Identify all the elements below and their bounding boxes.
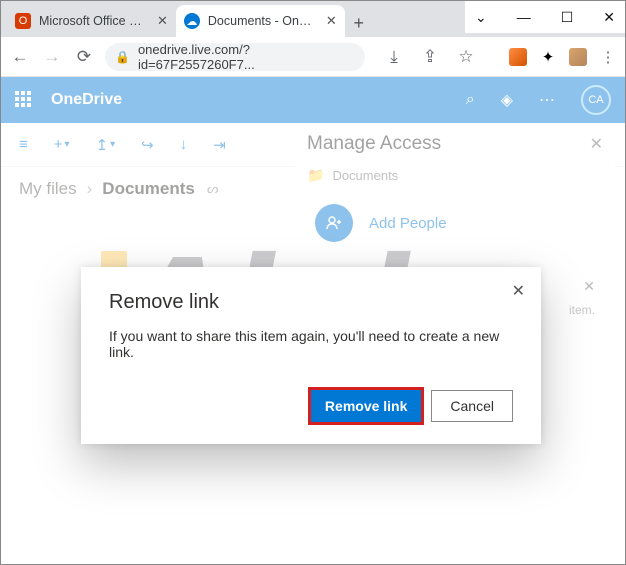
lock-icon: 🔒 bbox=[115, 50, 130, 64]
page-action-icons: ⤓ ⇪ ☆ bbox=[383, 47, 477, 67]
window-controls: ⌄ — ☐ ✕ bbox=[465, 1, 625, 33]
close-icon[interactable]: ✕ bbox=[326, 13, 337, 29]
extension-cat-icon[interactable] bbox=[569, 48, 587, 66]
back-icon[interactable]: ← bbox=[9, 47, 31, 67]
window-dropdown-icon[interactable]: ⌄ bbox=[475, 9, 487, 26]
install-icon[interactable]: ⤓ bbox=[383, 47, 405, 67]
tab-title: Documents - OneDr bbox=[208, 14, 318, 28]
office-icon: O bbox=[15, 13, 31, 29]
dialog-title: Remove link bbox=[109, 291, 513, 314]
dialog-body: If you want to share this item again, yo… bbox=[109, 328, 513, 360]
address-bar-row: ← → ⟳ 🔒 onedrive.live.com/?id=67F2557260… bbox=[1, 37, 625, 77]
address-bar[interactable]: 🔒 onedrive.live.com/?id=67F2557260F7... bbox=[105, 43, 365, 71]
window-close-icon[interactable]: ✕ bbox=[603, 9, 615, 26]
forward-icon[interactable]: → bbox=[41, 47, 63, 67]
minimize-icon[interactable]: — bbox=[517, 9, 531, 25]
extension-metamask-icon[interactable] bbox=[509, 48, 527, 66]
tab-title: Microsoft Office Hom bbox=[39, 14, 149, 28]
tab-documents-onedrive[interactable]: ☁ Documents - OneDr ✕ bbox=[176, 5, 345, 37]
tab-office-home[interactable]: O Microsoft Office Hom ✕ bbox=[7, 5, 176, 37]
extensions-icon[interactable]: ✦ bbox=[539, 48, 557, 66]
onedrive-icon: ☁ bbox=[184, 13, 200, 29]
remove-link-button[interactable]: Remove link bbox=[311, 390, 421, 422]
bookmark-icon[interactable]: ☆ bbox=[455, 47, 477, 67]
close-icon[interactable]: ✕ bbox=[512, 281, 525, 301]
url-text: onedrive.live.com/?id=67F2557260F7... bbox=[138, 42, 355, 72]
chrome-menu-icon[interactable]: ⋮ bbox=[599, 48, 617, 66]
maximize-icon[interactable]: ☐ bbox=[561, 9, 574, 26]
reload-icon[interactable]: ⟳ bbox=[73, 47, 95, 67]
remove-link-dialog: ✕ Remove link If you want to share this … bbox=[81, 267, 541, 444]
close-icon[interactable]: ✕ bbox=[157, 13, 168, 29]
extension-icons: ✦ ⋮ bbox=[509, 48, 617, 66]
share-icon[interactable]: ⇪ bbox=[419, 47, 441, 67]
new-tab-button[interactable]: + bbox=[345, 9, 373, 37]
cancel-button[interactable]: Cancel bbox=[431, 390, 513, 422]
